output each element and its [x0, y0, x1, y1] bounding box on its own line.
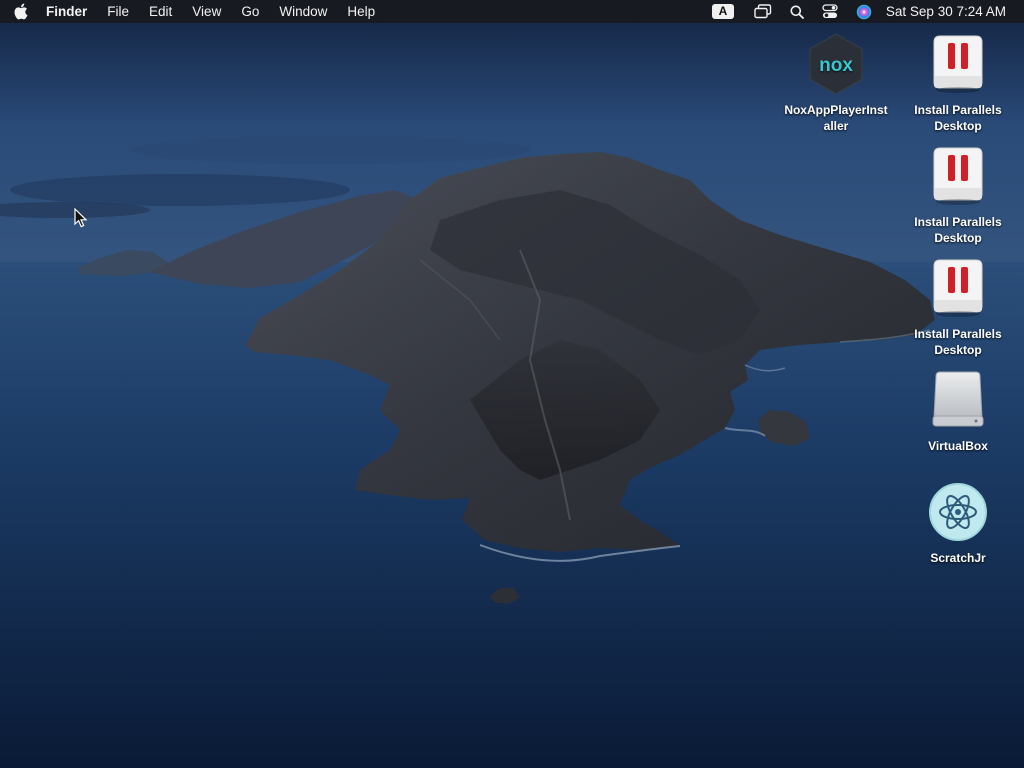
menu-view[interactable]: View — [182, 0, 231, 23]
menu-bar: Finder File Edit View Go Window Help A S… — [0, 0, 1024, 23]
desktop-icon-scratchjr[interactable]: ScratchJr — [900, 480, 1016, 566]
menu-help[interactable]: Help — [337, 0, 385, 23]
desktop-icon-install-parallels-desktop-1[interactable]: Install Parallels Desktop — [900, 32, 1016, 134]
desktop-icon-label: Install Parallels Desktop — [914, 215, 1002, 245]
nox-installer-icon: nox — [804, 32, 868, 96]
desktop[interactable]: Finder File Edit View Go Window Help A S… — [0, 0, 1024, 768]
parallels-installer-icon — [926, 32, 990, 96]
desktop-icon-label: Install Parallels Desktop — [914, 327, 1002, 357]
menu-go[interactable]: Go — [231, 0, 269, 23]
spotlight-search-icon[interactable] — [790, 0, 804, 23]
menu-window[interactable]: Window — [269, 0, 337, 23]
desktop-icon-noxappplayerinstaller[interactable]: nox NoxAppPlayerInst aller — [778, 32, 894, 134]
menu-edit[interactable]: Edit — [139, 0, 182, 23]
input-source-badge: A — [711, 4, 734, 19]
desktop-icon-label: VirtualBox — [928, 439, 988, 453]
menu-app-finder[interactable]: Finder — [40, 0, 97, 23]
mouse-pointer-icon — [74, 208, 88, 228]
control-center-icon[interactable] — [822, 0, 838, 23]
siri-icon[interactable] — [856, 0, 872, 23]
desktop-icon-install-parallels-desktop-3[interactable]: Install Parallels Desktop — [900, 256, 1016, 358]
desktop-icon-label: Install Parallels Desktop — [914, 103, 1002, 133]
menu-bar-clock[interactable]: Sat Sep 30 7:24 AM — [886, 4, 1006, 19]
apple-menu-icon[interactable] — [0, 0, 40, 23]
screen-mirroring-icon[interactable] — [754, 0, 772, 23]
desktop-icon-label: ScratchJr — [930, 551, 986, 565]
parallels-installer-icon — [926, 256, 990, 320]
desktop-icon-virtualbox[interactable]: VirtualBox — [900, 368, 1016, 454]
scratchjr-app-icon — [926, 480, 990, 544]
input-source-menu[interactable]: A — [711, 0, 734, 23]
desktop-icon-label: NoxAppPlayerInst aller — [784, 103, 888, 133]
menu-file[interactable]: File — [97, 0, 139, 23]
nox-logo-text: nox — [819, 55, 853, 76]
disk-volume-icon — [926, 368, 990, 432]
parallels-installer-icon — [926, 144, 990, 208]
desktop-icon-install-parallels-desktop-2[interactable]: Install Parallels Desktop — [900, 144, 1016, 246]
